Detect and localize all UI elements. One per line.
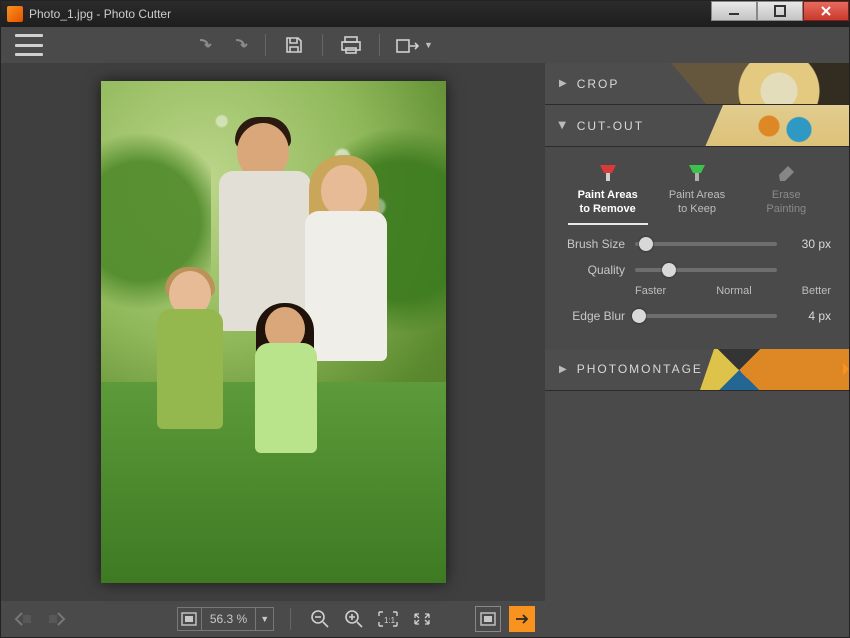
tool-paint-keep[interactable]: Paint Areas to Keep xyxy=(657,161,737,225)
panel-photomontage-label: PHOTOMONTAGE xyxy=(577,362,703,376)
zoom-in-button[interactable] xyxy=(341,606,367,632)
edge-blur-slider[interactable] xyxy=(635,314,777,318)
expand-handle-icon[interactable] xyxy=(843,349,849,390)
brush-size-row: Brush Size 30 px xyxy=(563,237,831,251)
print-button[interactable] xyxy=(337,31,365,59)
quality-slider[interactable] xyxy=(635,268,777,272)
quality-better: Better xyxy=(802,285,831,297)
panel-crop-label: CROP xyxy=(577,77,620,91)
image-canvas[interactable] xyxy=(1,63,545,601)
edge-blur-value: 4 px xyxy=(787,309,831,323)
apply-button[interactable] xyxy=(509,606,535,632)
edge-blur-row: Edge Blur 4 px xyxy=(563,309,831,323)
maximize-button[interactable] xyxy=(757,1,803,21)
brush-size-label: Brush Size xyxy=(563,237,625,251)
app-window: Photo_1.jpg - Photo Cutter xyxy=(0,0,850,638)
bottom-toolbar: 56.3 % ▼ 1:1 xyxy=(1,601,545,637)
fit-window-button[interactable] xyxy=(409,606,435,632)
chevron-right-icon: ▶ xyxy=(559,364,567,375)
chevron-right-icon: ▶ xyxy=(559,78,567,89)
quality-faster: Faster xyxy=(635,285,666,297)
tool-erase[interactable]: Erase Painting xyxy=(746,161,826,225)
side-panel: ▶ CROP ▶ CUT-OUT Paint Areas to Remove xyxy=(545,63,849,637)
chevron-down-icon: ▶ xyxy=(556,122,567,130)
title-bar: Photo_1.jpg - Photo Cutter xyxy=(1,1,849,27)
panel-cutout[interactable]: ▶ CUT-OUT xyxy=(545,105,849,147)
cutout-thumb-icon xyxy=(659,105,849,147)
quality-row: Quality xyxy=(563,263,831,277)
prev-image-button[interactable] xyxy=(11,606,37,632)
tool-paint-keep-label: Paint Areas to Keep xyxy=(669,189,725,217)
canvas-area: 56.3 % ▼ 1:1 xyxy=(1,63,545,637)
brush-size-value: 30 px xyxy=(787,237,831,251)
panel-crop[interactable]: ▶ CROP xyxy=(545,63,849,105)
actual-size-button[interactable]: 1:1 xyxy=(375,606,401,632)
tool-paint-remove[interactable]: Paint Areas to Remove xyxy=(568,161,648,225)
undo-button[interactable] xyxy=(187,31,215,59)
redo-button[interactable] xyxy=(223,31,251,59)
photo-preview xyxy=(101,81,446,583)
minimize-button[interactable] xyxy=(711,1,757,21)
save-button[interactable] xyxy=(280,31,308,59)
panel-cutout-label: CUT-OUT xyxy=(577,119,644,133)
crop-thumb-icon xyxy=(659,63,849,105)
quality-ticks: Faster Normal Better xyxy=(635,285,831,297)
export-button[interactable] xyxy=(394,31,422,59)
top-toolbar: ▼ xyxy=(1,27,849,63)
panel-empty xyxy=(545,391,849,638)
close-button[interactable] xyxy=(803,1,849,21)
fit-screen-icon[interactable] xyxy=(178,608,202,630)
svg-text:1:1: 1:1 xyxy=(384,616,396,625)
zoom-dropdown-icon[interactable]: ▼ xyxy=(255,608,273,630)
panel-cutout-body: Paint Areas to Remove Paint Areas to Kee… xyxy=(545,147,849,349)
window-title: Photo_1.jpg - Photo Cutter xyxy=(29,7,171,21)
next-image-button[interactable] xyxy=(43,606,69,632)
menu-button[interactable] xyxy=(15,34,43,56)
tool-erase-label: Erase Painting xyxy=(766,189,806,217)
app-icon xyxy=(7,6,23,22)
quality-label: Quality xyxy=(563,263,625,277)
main-area: 56.3 % ▼ 1:1 xyxy=(1,63,849,637)
brush-size-slider[interactable] xyxy=(635,242,777,246)
zoom-box: 56.3 % ▼ xyxy=(177,607,274,631)
zoom-out-button[interactable] xyxy=(307,606,333,632)
panel-photomontage[interactable]: ▶ PHOTOMONTAGE xyxy=(545,349,849,391)
zoom-value: 56.3 % xyxy=(202,612,255,626)
export-dropdown-icon[interactable]: ▼ xyxy=(424,40,433,50)
tool-paint-remove-label: Paint Areas to Remove xyxy=(578,189,638,217)
edge-blur-label: Edge Blur xyxy=(563,309,625,323)
compare-button[interactable] xyxy=(475,606,501,632)
quality-normal: Normal xyxy=(716,285,751,297)
